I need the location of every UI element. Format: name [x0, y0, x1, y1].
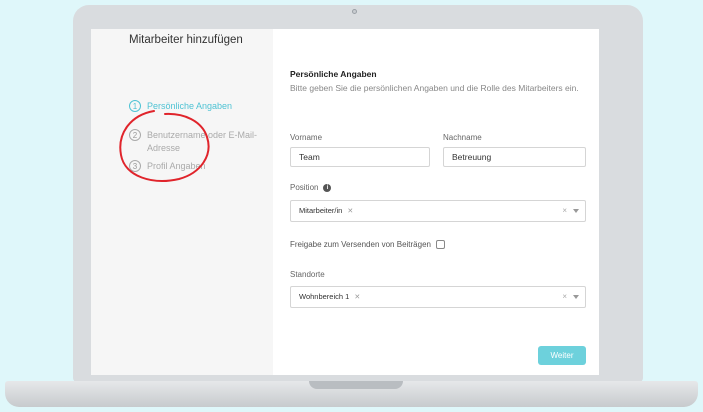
step-label: Profil Angaben	[147, 161, 206, 171]
wizard-step-personal[interactable]: 1 Persönliche Angaben	[129, 100, 262, 113]
close-icon[interactable]: ✕	[347, 207, 353, 215]
step-label: Persönliche Angaben	[147, 101, 233, 111]
lastname-label: Nachname	[443, 133, 482, 142]
chevron-down-icon[interactable]	[573, 295, 579, 299]
step-number: 1	[129, 100, 141, 112]
section-description: Bitte geben Sie die persönlichen Angaben…	[290, 83, 579, 93]
position-select[interactable]: Mitarbeiter/in ✕ ×	[290, 200, 586, 222]
share-posts-row: Freigabe zum Versenden von Beiträgen	[290, 240, 445, 249]
clear-icon[interactable]: ×	[562, 292, 567, 301]
close-icon[interactable]: ✕	[354, 293, 360, 301]
info-icon[interactable]: i	[323, 183, 332, 192]
firstname-label: Vorname	[290, 133, 323, 142]
position-chip: Mitarbeiter/in ✕	[299, 206, 353, 215]
locations-label: Standorte	[290, 270, 325, 279]
chip-label: Mitarbeiter/in	[299, 206, 343, 215]
locations-select[interactable]: Wohnbereich 1 ✕ ×	[290, 286, 586, 308]
camera-icon	[352, 9, 357, 14]
next-button[interactable]: Weiter	[538, 346, 586, 365]
step-number: 3	[129, 160, 141, 172]
page-title: Mitarbeiter hinzufügen	[129, 34, 243, 46]
wizard-step-profile[interactable]: 3 Profil Angaben	[129, 160, 262, 173]
share-posts-label: Freigabe zum Versenden von Beiträgen	[290, 240, 431, 249]
laptop-base	[5, 381, 698, 407]
chevron-down-icon[interactable]	[573, 209, 579, 213]
section-title: Persönliche Angaben	[290, 69, 377, 79]
step-label: Benutzername oder E-Mail-Adresse	[147, 130, 258, 153]
chip-label: Wohnbereich 1	[299, 292, 350, 301]
position-label: Position	[290, 183, 319, 192]
clear-icon[interactable]: ×	[562, 206, 567, 215]
wizard-step-username[interactable]: 2 Benutzername oder E-Mail-Adresse	[129, 129, 262, 155]
step-number: 2	[129, 129, 141, 141]
wizard-sidebar: Mitarbeiter hinzufügen 1 Persönliche Ang…	[91, 29, 273, 375]
share-posts-checkbox[interactable]	[435, 240, 445, 249]
position-label-row: Position i	[290, 183, 332, 192]
firstname-input[interactable]: Team	[290, 147, 430, 167]
location-chip: Wohnbereich 1 ✕	[299, 292, 360, 301]
lastname-input[interactable]: Betreuung	[443, 147, 586, 167]
app-screen: Mitarbeiter hinzufügen 1 Persönliche Ang…	[91, 29, 599, 375]
laptop-notch	[309, 381, 403, 389]
